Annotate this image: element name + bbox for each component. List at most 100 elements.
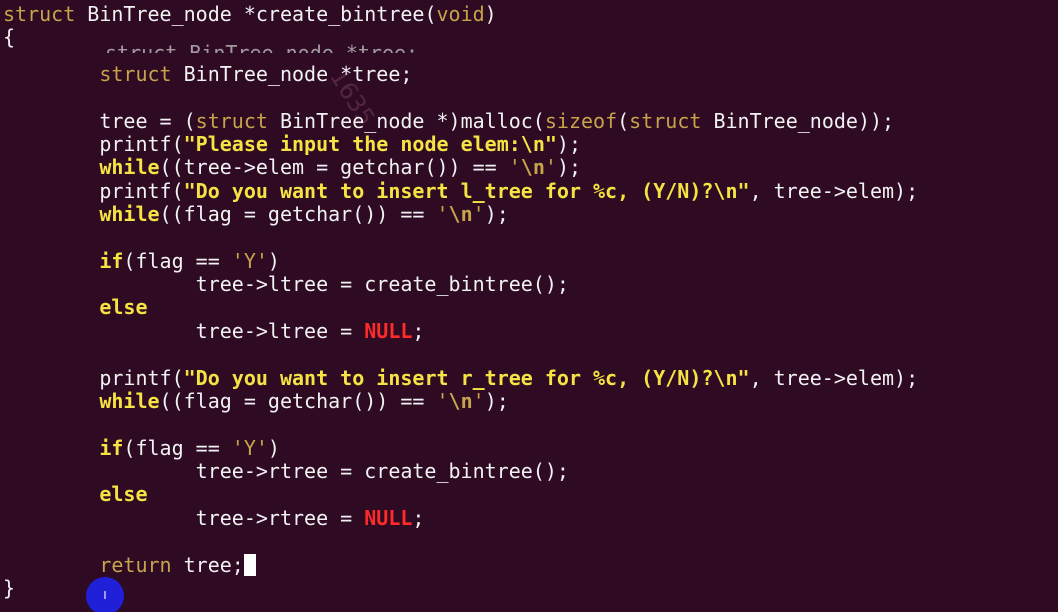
if-condition: (flag == [123,249,232,273]
code-line-10: tree->ltree = create_bintree(); [3,272,569,296]
code-line-3: struct BinTree_node *tree; [3,62,412,86]
null-constant: NULL [364,319,413,343]
code-line-12: tree->ltree = NULL; [3,319,425,343]
return-value: tree; [171,553,244,577]
escape-newline: \n [520,155,545,179]
char-quote-open: ' [508,155,521,179]
code-line-4: tree = (struct BinTree_node *)malloc(siz… [3,109,894,133]
declaration: BinTree_node *tree; [171,62,413,86]
keyword-struct: struct [195,109,268,133]
code-line-11: else [3,295,148,319]
string-literal: "Do you want to insert l_tree for %c, (Y… [183,179,750,203]
code-line-15: if(flag == 'Y') [3,436,280,460]
ltree-null-assign: tree->ltree = [195,319,365,343]
keyword-void: void [436,2,485,26]
rtree-assign: tree->rtree = create_bintree(); [195,459,569,483]
text-cursor [243,554,256,576]
printf-call: printf( [99,179,184,203]
while-condition: ((tree->elem = getchar()) == [159,155,509,179]
overlapping-ghost-line: struct BinTree_node *tree; [105,41,419,53]
code-line-2: { [3,25,15,49]
paren-close: ) [267,249,280,273]
semicolon: ; [412,506,425,530]
code-line-8: while((flag = getchar()) == '\n'); [3,202,509,226]
statement-end: ); [556,155,582,179]
code-line-6: while((tree->elem = getchar()) == '\n'); [3,155,581,179]
null-constant: NULL [364,506,413,530]
call-end: , tree->elem); [749,179,919,203]
cast-malloc: BinTree_node *)malloc( [267,109,545,133]
code-line-20: } [3,576,15,600]
code-line-7: printf("Do you want to insert l_tree for… [3,179,918,203]
code-line-19: return tree; [3,553,256,577]
while-condition: ((flag = getchar()) == [159,389,437,413]
keyword-else: else [99,295,148,319]
char-quote-close: ' [472,202,485,226]
semicolon: ; [412,319,425,343]
ltree-assign: tree->ltree = create_bintree(); [195,272,569,296]
keyword-if: if [99,249,124,273]
string-literal: "Please input the node elem:\n" [183,132,557,156]
printf-call: printf( [99,132,184,156]
if-condition: (flag == [123,436,232,460]
statement-end: ); [484,389,509,413]
rtree-null-assign: tree->rtree = [195,506,365,530]
char-literal: 'Y' [231,249,268,273]
keyword-else: else [99,482,148,506]
keyword-if: if [99,436,124,460]
char-literal: 'Y' [231,436,268,460]
char-quote-open: ' [436,202,449,226]
while-condition: ((flag = getchar()) == [159,202,437,226]
string-literal: "Do you want to insert r_tree for %c, (Y… [183,366,750,390]
code-line-13: printf("Do you want to insert r_tree for… [3,366,918,390]
code-line-18: tree->rtree = NULL; [3,506,425,530]
printf-call: printf( [99,366,184,390]
keyword-while: while [99,202,160,226]
code-line-17: else [3,482,148,506]
paren-close: ) [484,2,497,26]
call-end: , tree->elem); [749,366,919,390]
code-editor[interactable]: struct BinTree_node *create_bintree(void… [0,0,1058,612]
function-signature: BinTree_node *create_bintree( [75,2,437,26]
escape-newline: \n [448,389,473,413]
keyword-return: return [99,553,172,577]
statement-end: ); [484,202,509,226]
keyword-sizeof: sizeof [544,109,618,133]
open-brace: { [3,25,16,49]
escape-newline: \n [448,202,473,226]
close-brace: } [3,576,16,600]
keyword-while: while [99,155,160,179]
code-line-1: struct BinTree_node *create_bintree(void… [3,2,497,26]
char-quote-close: ' [544,155,557,179]
char-quote-close: ' [472,389,485,413]
code-line-16: tree->rtree = create_bintree(); [3,459,569,483]
assign-start: tree = ( [99,109,196,133]
char-quote-open: ' [436,389,449,413]
mouse-click-indicator: I [86,577,124,612]
call-end: ); [556,132,581,156]
code-line-9: if(flag == 'Y') [3,249,280,273]
keyword-struct: struct [3,2,76,26]
paren-open: ( [617,109,630,133]
code-line-14: while((flag = getchar()) == '\n'); [3,389,509,413]
keyword-struct: struct [99,62,172,86]
keyword-struct: struct [629,109,702,133]
keyword-while: while [99,389,160,413]
